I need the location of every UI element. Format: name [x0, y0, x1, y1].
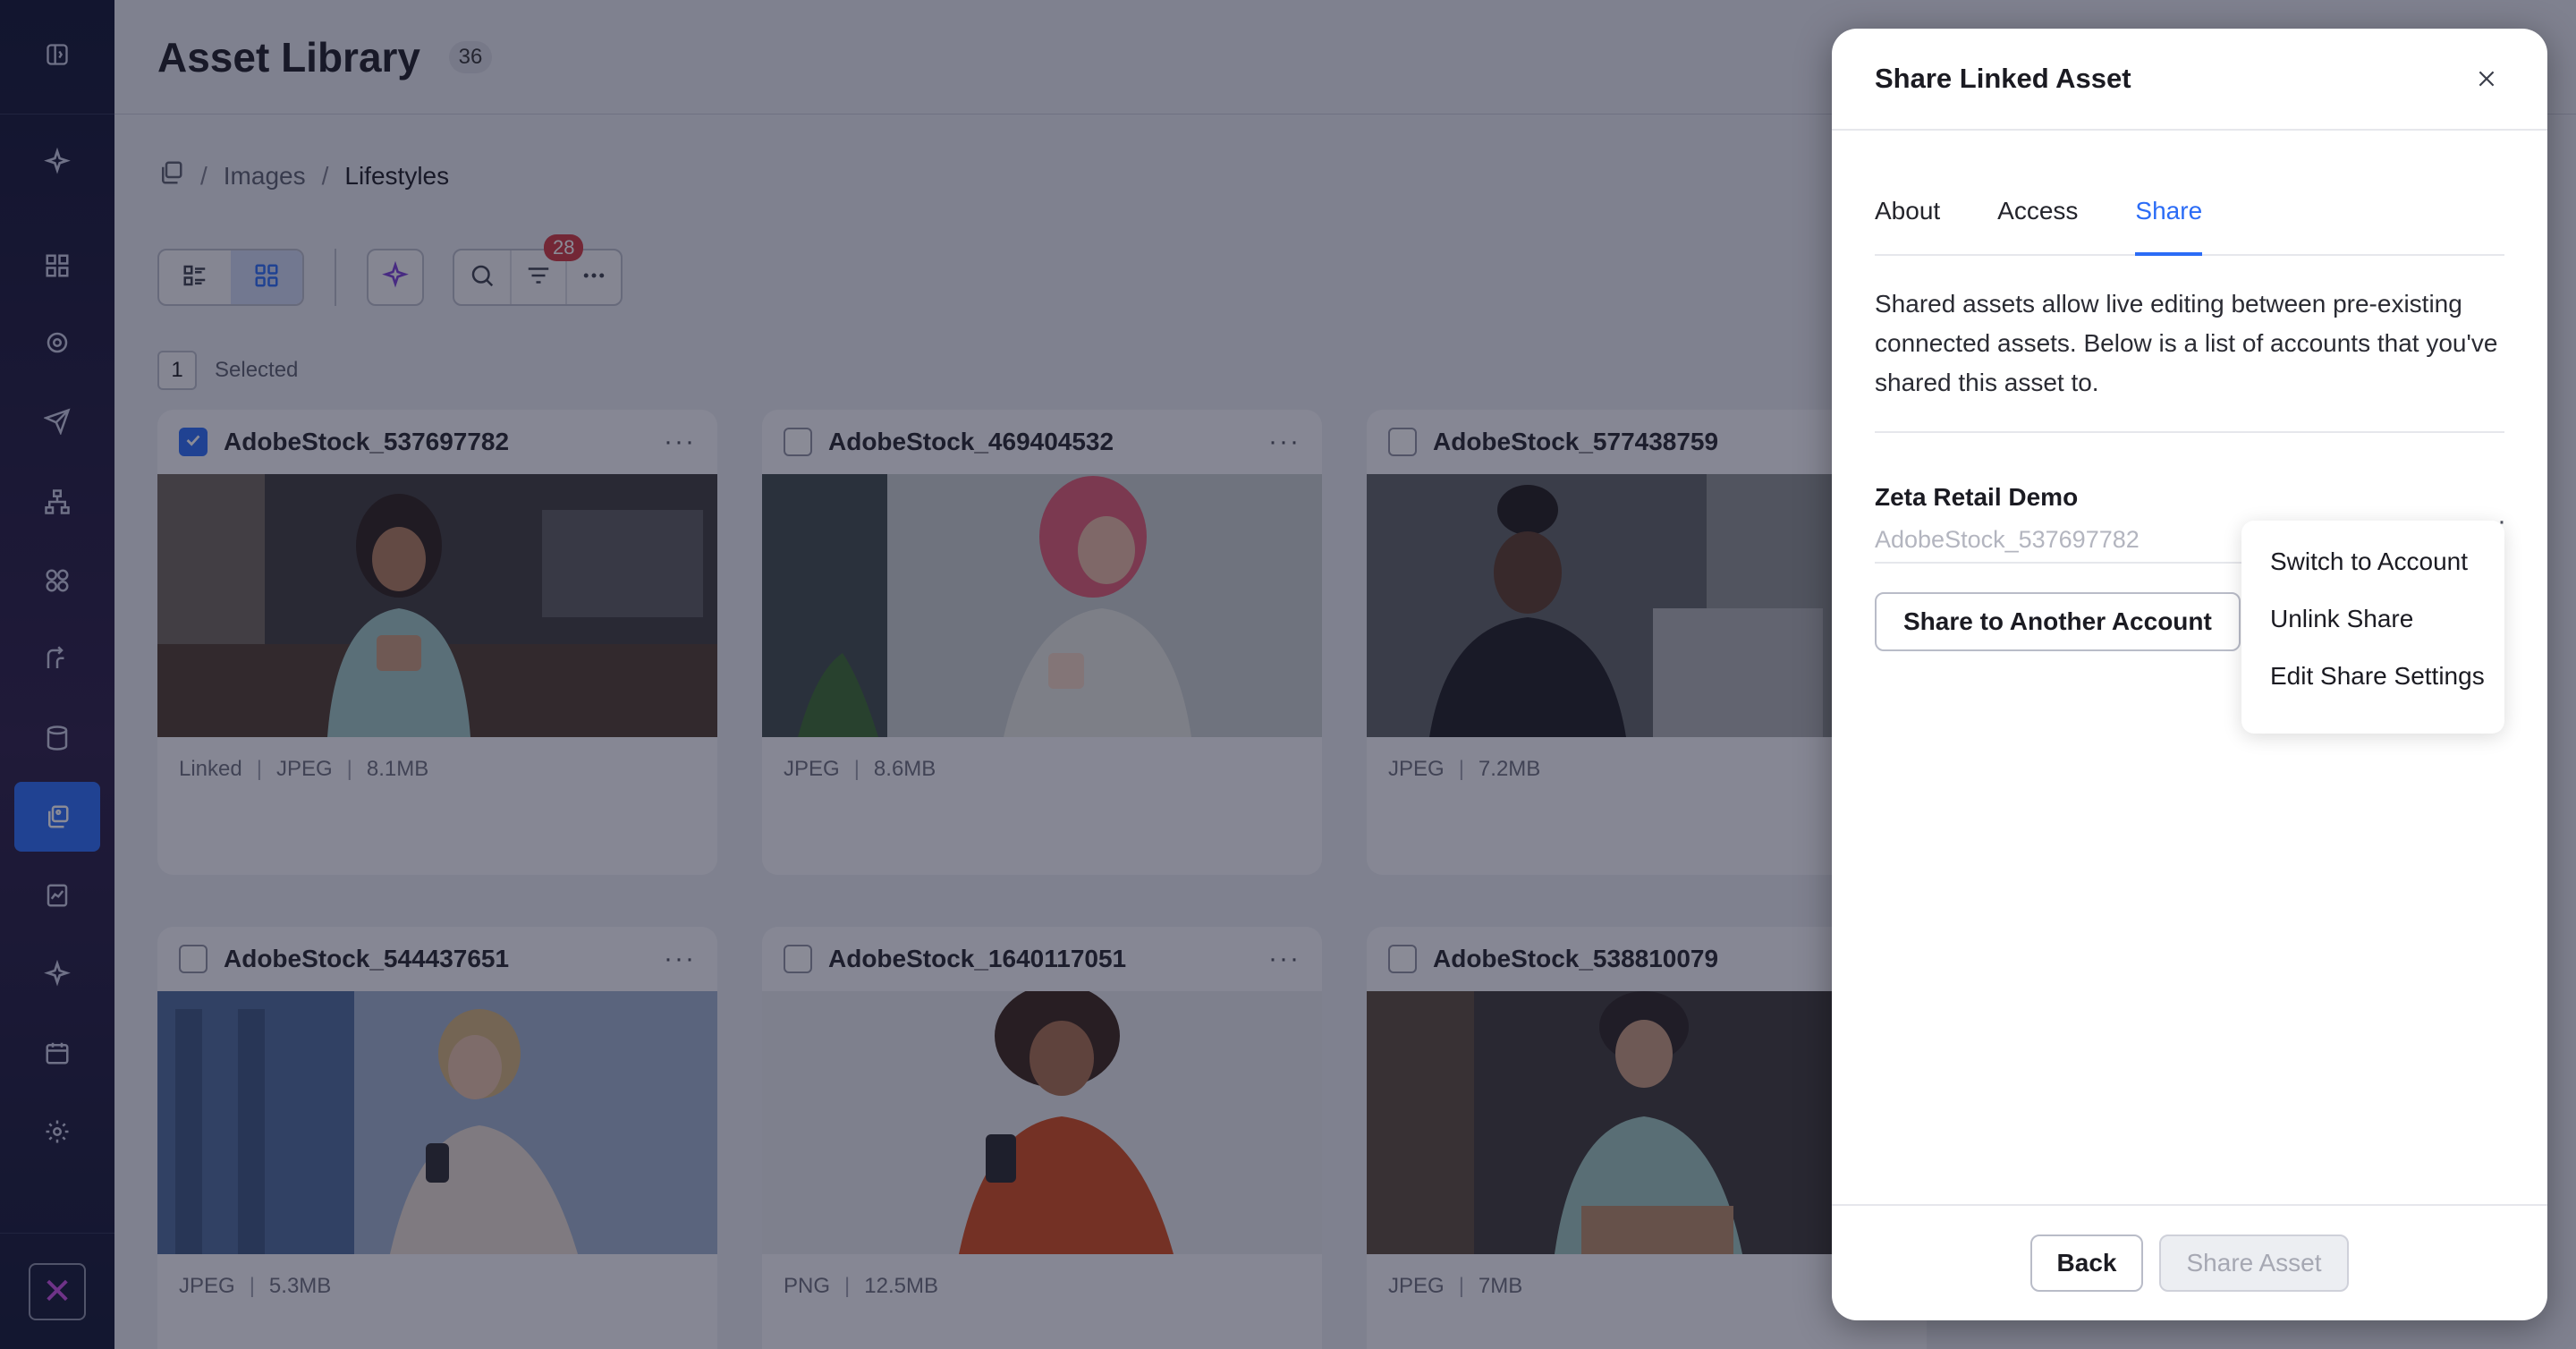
share-to-another-account-button[interactable]: Share to Another Account [1875, 592, 2241, 651]
menu-edit-share-settings[interactable]: Edit Share Settings [2241, 648, 2504, 705]
divider [1875, 431, 2504, 433]
modal-footer: Back Share Asset [1832, 1204, 2547, 1320]
share-linked-asset-modal: Share Linked Asset About Access Share Sh… [1832, 29, 2547, 1320]
tab-access[interactable]: Access [1997, 193, 2078, 256]
modal-tabs: About Access Share [1875, 193, 2504, 256]
close-icon[interactable] [2469, 61, 2504, 97]
back-button[interactable]: Back [2030, 1234, 2143, 1292]
account-actions-menu: Switch to Account Unlink Share Edit Shar… [2241, 521, 2504, 734]
tab-about[interactable]: About [1875, 193, 1940, 256]
modal-header: Share Linked Asset [1832, 29, 2547, 131]
menu-unlink-share[interactable]: Unlink Share [2241, 590, 2504, 648]
shared-asset-name: AdobeStock_537697782 [1875, 526, 2140, 553]
menu-switch-to-account[interactable]: Switch to Account [2241, 533, 2504, 590]
shared-account-name: Zeta Retail Demo [1875, 483, 2079, 511]
tab-share[interactable]: Share [2135, 193, 2203, 256]
share-asset-button[interactable]: Share Asset [2159, 1234, 2349, 1292]
share-description: Shared assets allow live editing between… [1875, 290, 2498, 396]
modal-title: Share Linked Asset [1875, 63, 2131, 94]
